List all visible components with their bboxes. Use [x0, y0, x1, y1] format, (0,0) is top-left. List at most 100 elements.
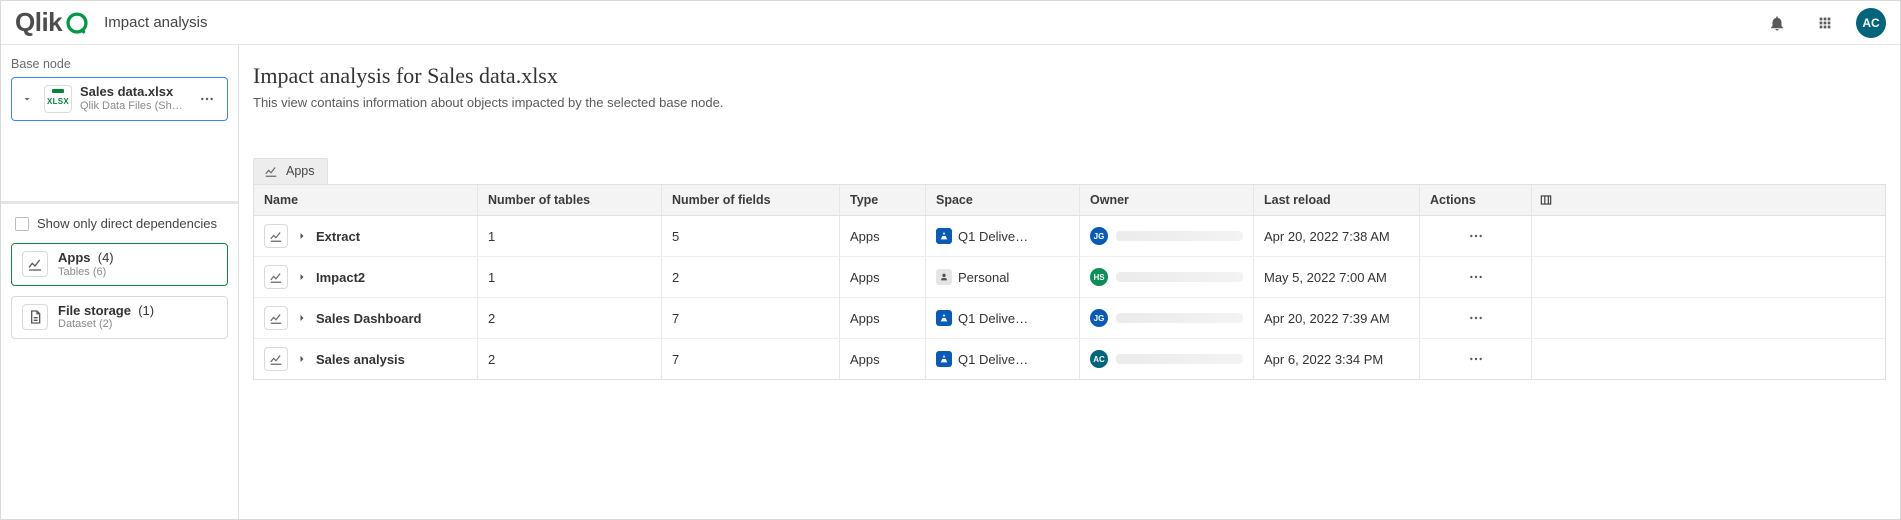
chevron-right-icon — [296, 271, 308, 283]
row-expand[interactable] — [296, 353, 308, 365]
col-type[interactable]: Type — [840, 185, 926, 215]
row-actions-button[interactable] — [1420, 257, 1532, 297]
row-expand[interactable] — [296, 271, 308, 283]
row-reload: Apr 20, 2022 7:38 AM — [1254, 216, 1420, 256]
page-title: Impact analysis for Sales data.xlsx — [253, 63, 1886, 89]
tab-apps[interactable]: Apps — [253, 158, 328, 184]
base-node-label: Base node — [11, 57, 228, 71]
base-node-card[interactable]: XLSX Sales data.xlsx Qlik Data Files (Sh… — [11, 77, 228, 121]
row-tables: 2 — [478, 298, 662, 338]
show-direct-deps-checkbox[interactable]: Show only direct dependencies — [11, 214, 228, 233]
sidebar-top: Base node XLSX Sales data.xlsx Qlik Data… — [1, 45, 238, 121]
page-subtitle: This view contains information about obj… — [253, 95, 1886, 110]
owner-avatar-icon: JG — [1090, 309, 1108, 327]
row-space: Q1 Delive… — [926, 216, 1080, 256]
app-icon — [264, 347, 288, 371]
base-node-expand[interactable] — [18, 90, 36, 108]
shared-space-icon — [936, 310, 952, 326]
app-icon — [264, 265, 288, 289]
row-space: Q1 Delive… — [926, 298, 1080, 338]
row-actions-button[interactable] — [1420, 216, 1532, 256]
row-actions-button[interactable] — [1420, 339, 1532, 379]
chart-icon — [264, 164, 278, 178]
row-name: Sales analysis — [316, 352, 405, 367]
owner-name-redacted — [1116, 354, 1243, 364]
checkbox-icon — [15, 217, 29, 231]
table-row[interactable]: Sales analysis 27AppsQ1 Delive… AC Apr 6, 2… — [254, 339, 1885, 379]
bell-icon — [1768, 14, 1786, 32]
row-owner: JG — [1080, 216, 1254, 256]
row-reload: Apr 6, 2022 3:34 PM — [1254, 339, 1420, 379]
apps-grid-button[interactable] — [1808, 6, 1842, 40]
main: Impact analysis for Sales data.xlsx This… — [239, 45, 1900, 519]
row-space: Personal — [926, 257, 1080, 297]
row-fields: 7 — [662, 339, 840, 379]
row-name: Sales Dashboard — [316, 311, 422, 326]
table-row[interactable]: Sales Dashboard27AppsQ1 Delive…JGApr 20,… — [254, 298, 1885, 339]
base-node-more-button[interactable] — [195, 87, 219, 111]
row-type: Apps — [840, 257, 926, 297]
row-owner: HS — [1080, 257, 1254, 297]
row-name: Extract — [316, 229, 360, 244]
sidebar-item-file-storage[interactable]: File storage (1) Dataset (2) — [11, 296, 228, 339]
notifications-button[interactable] — [1760, 6, 1794, 40]
row-owner: JG — [1080, 298, 1254, 338]
owner-avatar-icon: HS — [1090, 268, 1108, 286]
sidebar-bottom: Show only direct dependencies Apps (4) T… — [1, 204, 238, 349]
row-fields: 5 — [662, 216, 840, 256]
user-avatar[interactable]: AC — [1856, 8, 1886, 38]
sidebar-item-title: File storage (1) — [58, 303, 154, 319]
file-storage-item-icon — [22, 304, 48, 330]
personal-space-icon — [936, 269, 952, 285]
top-bar: Qlik Impact analysis AC — [1, 1, 1900, 45]
xlsx-file-icon: XLSX — [44, 85, 72, 113]
row-name: Impact2 — [316, 270, 365, 285]
sidebar-item-apps[interactable]: Apps (4) Tables (6) — [11, 243, 228, 286]
owner-avatar-icon: AC — [1090, 350, 1108, 368]
col-actions: Actions — [1420, 185, 1532, 215]
chevron-right-icon — [296, 312, 308, 324]
row-fields: 2 — [662, 257, 840, 297]
sidebar-item-subtitle: Dataset (2) — [58, 318, 154, 331]
owner-name-redacted — [1116, 272, 1243, 282]
row-tables: 1 — [478, 216, 662, 256]
chart-icon — [27, 256, 43, 272]
sidebar: Base node XLSX Sales data.xlsx Qlik Data… — [1, 45, 239, 519]
row-actions-button[interactable] — [1420, 298, 1532, 338]
row-type: Apps — [840, 298, 926, 338]
row-expand[interactable] — [296, 230, 308, 242]
col-tables[interactable]: Number of tables — [478, 185, 662, 215]
app-root: Qlik Impact analysis AC Base node — [0, 0, 1901, 520]
row-type: Apps — [840, 216, 926, 256]
row-fields: 7 — [662, 298, 840, 338]
sidebar-item-title: Apps (4) — [58, 250, 114, 266]
show-direct-deps-label: Show only direct dependencies — [37, 216, 217, 231]
row-owner: AC — [1080, 339, 1254, 379]
base-node-subtitle: Qlik Data Files (Shared) — [80, 100, 187, 114]
col-fields[interactable]: Number of fields — [662, 185, 840, 215]
logo-text: Qlik — [15, 7, 62, 38]
more-horizontal-icon — [1468, 351, 1484, 367]
row-tables: 2 — [478, 339, 662, 379]
shared-space-icon — [936, 228, 952, 244]
table-row[interactable]: Impact212AppsPersonalHSMay 5, 2022 7:00 … — [254, 257, 1885, 298]
row-expand[interactable] — [296, 312, 308, 324]
row-tables: 1 — [478, 257, 662, 297]
chevron-right-icon — [296, 353, 308, 365]
col-space[interactable]: Space — [926, 185, 1080, 215]
column-picker-button[interactable] — [1532, 185, 1560, 215]
row-space: Q1 Delive… — [926, 339, 1080, 379]
row-type: Apps — [840, 339, 926, 379]
col-owner[interactable]: Owner — [1080, 185, 1254, 215]
apps-item-icon — [22, 251, 48, 277]
impact-table: Name Number of tables Number of fields T… — [253, 184, 1886, 380]
chevron-down-icon — [21, 93, 33, 105]
grid-icon — [1817, 15, 1833, 31]
tab-row: Apps — [253, 158, 1886, 184]
qlik-logo: Qlik — [15, 7, 90, 38]
shared-space-icon — [936, 351, 952, 367]
col-name[interactable]: Name — [254, 185, 478, 215]
document-icon — [27, 309, 43, 325]
col-reload[interactable]: Last reload — [1254, 185, 1420, 215]
table-row[interactable]: Extract 15AppsQ1 Delive…JGApr 20, 2022 7:… — [254, 216, 1885, 257]
